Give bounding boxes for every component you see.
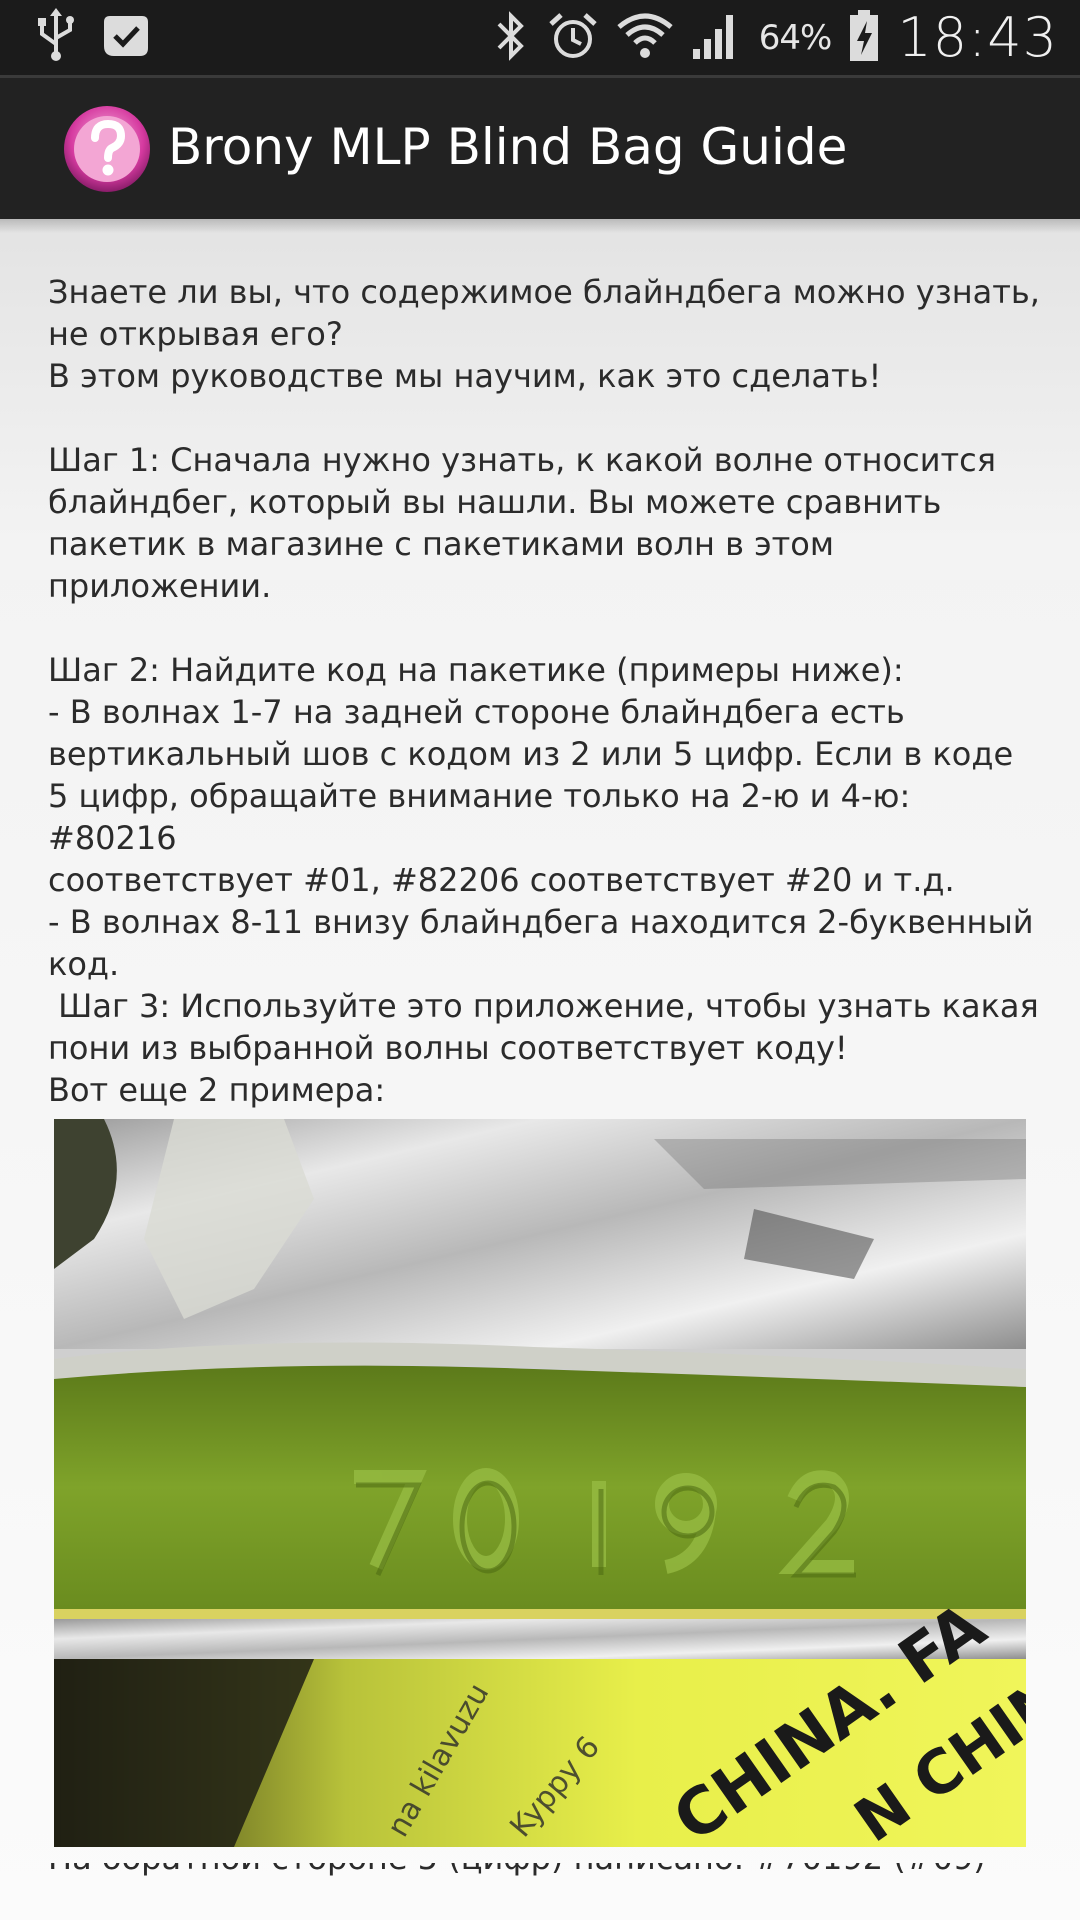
step1-text: Шаг 1: Сначала нужно узнать, к какой вол… [48, 441, 997, 605]
usb-icon [36, 8, 76, 68]
wifi-icon [617, 11, 673, 65]
intro-text: Знаете ли вы, что содержимое блайндбега … [48, 273, 1040, 395]
step2-text: Шаг 2: Найдите код на пакетике (примеры … [48, 651, 1039, 1067]
action-bar: Brony MLP Blind Bag Guide [0, 75, 1080, 219]
alarm-icon [547, 10, 599, 66]
battery-charging-icon [849, 9, 879, 67]
question-mark-app-icon[interactable] [62, 104, 152, 194]
battery-percent: 64% [758, 17, 833, 58]
blind-bag-code-photo: CHINA. FA N CHINA Kyppy 6 na kilavuzu [54, 1119, 1026, 1847]
bluetooth-icon [493, 10, 529, 66]
signal-icon [691, 11, 741, 65]
guide-content[interactable]: Знаете ли вы, что содержимое блайндбега … [0, 219, 1080, 1920]
clock: 18:43 [897, 6, 1058, 69]
check-notification-icon [100, 10, 152, 66]
examples-label: Вот еще 2 примера: [48, 1071, 386, 1109]
app-title: Brony MLP Blind Bag Guide [168, 118, 848, 176]
next-caption: На обратной стороне 5 (цифр) написано: #… [48, 1863, 1048, 1881]
status-bar: 64% 18:43 [0, 0, 1080, 75]
